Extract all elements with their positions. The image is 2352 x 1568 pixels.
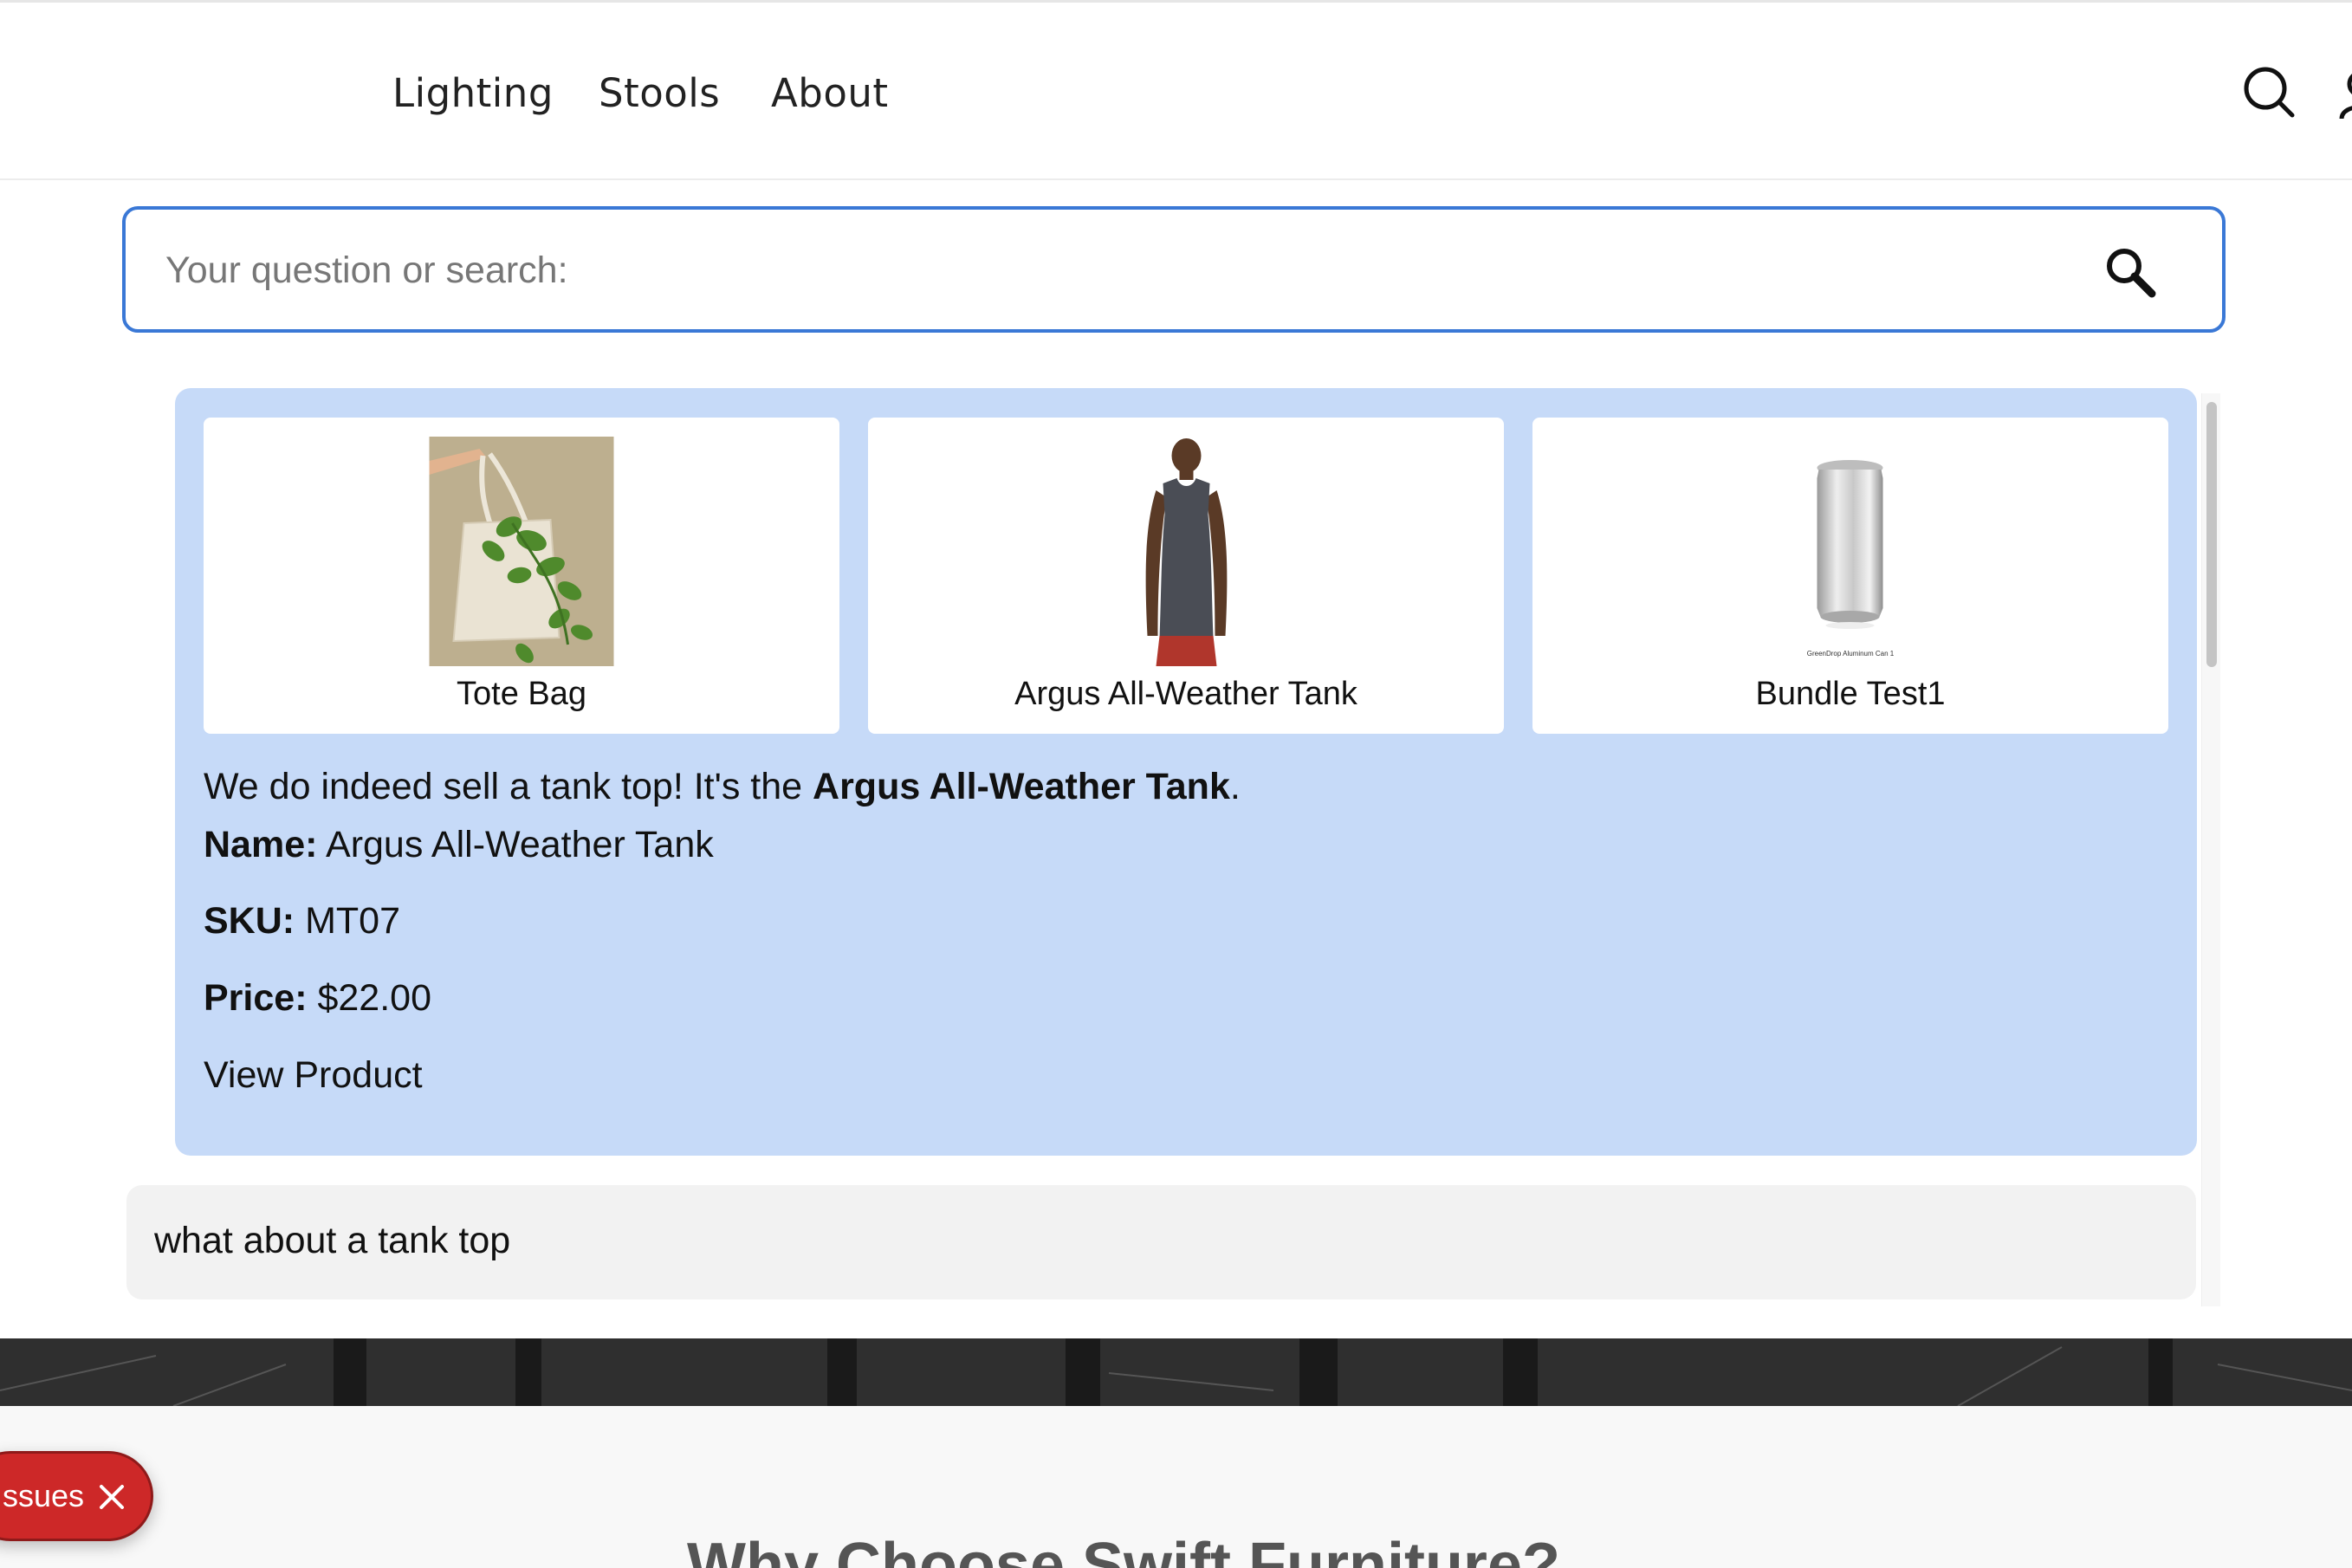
detail-price: Price: $22.00 — [204, 977, 431, 1020]
product-name[interactable]: Argus All-Weather Tank — [868, 676, 1504, 713]
product-image-tote-bag[interactable] — [429, 437, 614, 666]
answer-intro: We do indeed sell a tank top! It's the A… — [204, 766, 1241, 808]
detail-label: SKU: — [204, 900, 295, 942]
chat-scrollbar[interactable] — [2201, 393, 2220, 1306]
search-icon[interactable] — [2242, 65, 2297, 120]
detail-value: MT07 — [305, 900, 400, 942]
chat-scrollbar-thumb[interactable] — [2206, 402, 2217, 667]
product-card[interactable]: GreenDrop Aluminum Can 1 Bundle Test1 — [1532, 418, 2168, 734]
answer-intro-suffix: . — [1229, 766, 1241, 807]
hero-banner-strip — [0, 1338, 2352, 1406]
issues-badge[interactable]: ssues — [0, 1451, 153, 1541]
product-name[interactable]: Tote Bag — [204, 676, 839, 713]
account-icon[interactable] — [2339, 68, 2352, 120]
detail-label: Name: — [204, 824, 318, 865]
nav-stools[interactable]: Stools — [599, 70, 720, 116]
user-message: what about a tank top — [126, 1185, 2196, 1299]
chat-panel[interactable]: Tote Bag Argus All-Weather Tank GreenDro… — [122, 386, 2226, 1308]
assistant-answer: Tote Bag Argus All-Weather Tank GreenDro… — [175, 388, 2197, 1156]
site-header: Lighting Stools About — [0, 0, 2352, 180]
product-card[interactable]: Argus All-Weather Tank — [868, 418, 1504, 734]
section-heading: Why Choose Swift Furniture? — [687, 1531, 1560, 1568]
issues-label: ssues — [3, 1478, 85, 1513]
product-image-aluminum-can[interactable]: GreenDrop Aluminum Can 1 — [1758, 437, 1943, 666]
answer-intro-prefix: We do indeed sell a tank top! It's the — [204, 766, 813, 807]
product-name[interactable]: Bundle Test1 — [1532, 676, 2168, 713]
answer-intro-product: Argus All-Weather Tank — [813, 766, 1230, 807]
product-image-argus-tank[interactable] — [1093, 437, 1279, 666]
search-bar — [122, 206, 2226, 333]
can-caption: GreenDrop Aluminum Can 1 — [1806, 650, 1895, 658]
detail-sku: SKU: MT07 — [204, 900, 400, 943]
nav-about[interactable]: About — [771, 70, 889, 116]
close-icon[interactable] — [94, 1480, 129, 1514]
search-input[interactable] — [165, 243, 2071, 298]
nav-lighting[interactable]: Lighting — [392, 70, 554, 116]
bottom-section: Why Choose Swift Furniture? — [0, 1406, 2352, 1568]
detail-name: Name: Argus All-Weather Tank — [204, 824, 714, 866]
detail-label: Price: — [204, 977, 308, 1019]
detail-value: $22.00 — [317, 977, 431, 1019]
detail-value: Argus All-Weather Tank — [326, 824, 714, 865]
user-message-text: what about a tank top — [154, 1220, 511, 1261]
product-card[interactable]: Tote Bag — [204, 418, 839, 734]
view-product-link[interactable]: View Product — [204, 1054, 423, 1096]
magnifier-icon[interactable] — [2103, 244, 2160, 301]
